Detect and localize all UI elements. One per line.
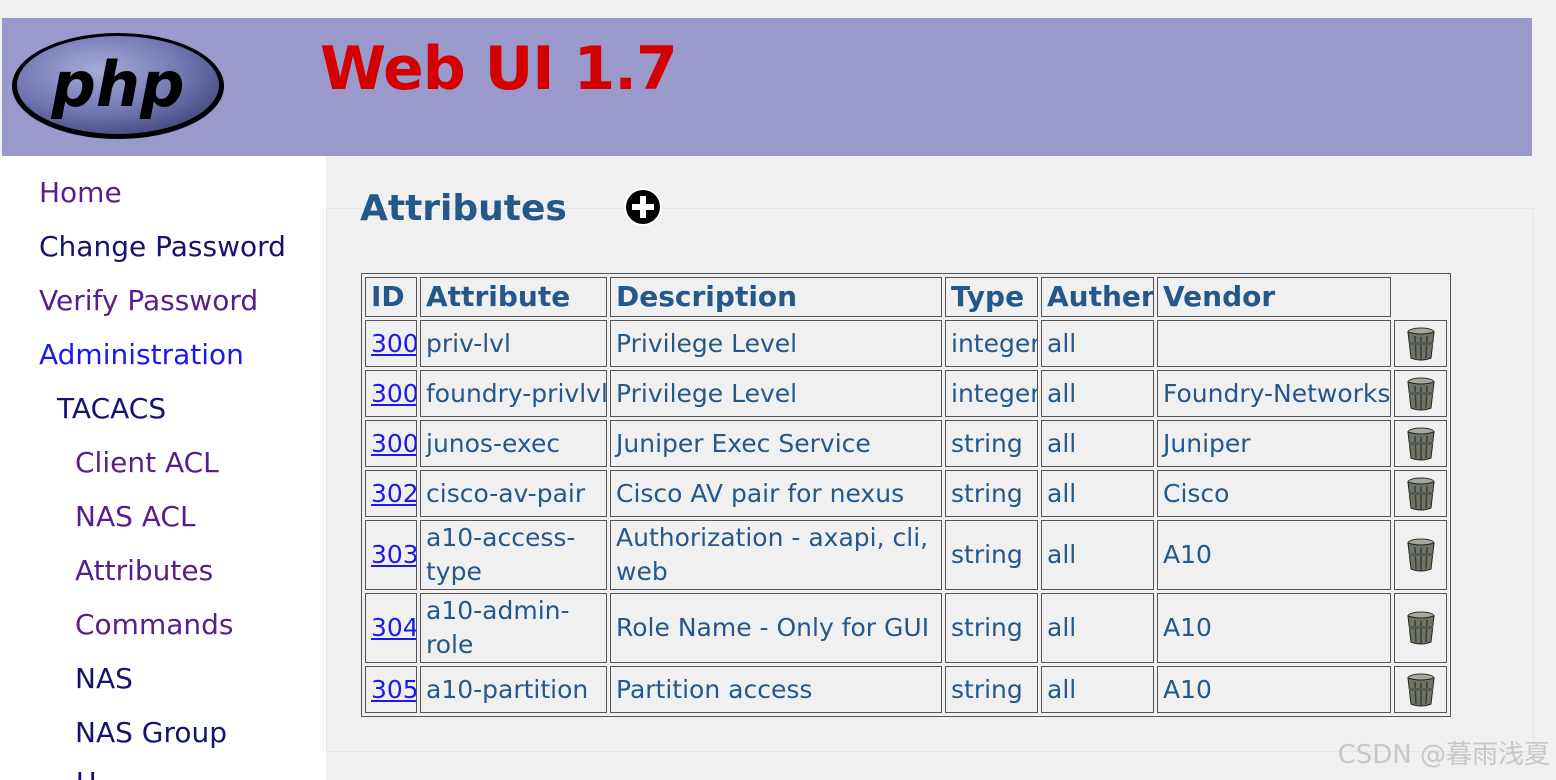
- section-title: Attributes: [360, 188, 567, 229]
- table-cell-description: Juniper Exec Service: [610, 420, 942, 467]
- delete-button[interactable]: [1394, 320, 1447, 367]
- attribute-id-link[interactable]: 300: [371, 327, 416, 361]
- trash-can-icon: [1406, 477, 1435, 510]
- table-cell-authen: all: [1041, 470, 1154, 517]
- table-cell-attribute: cisco-av-pair: [420, 470, 607, 517]
- watermark: CSDN @暮雨浅夏: [1337, 740, 1550, 770]
- attribute-id-link[interactable]: 303: [371, 538, 416, 572]
- nav-nas-acl-link[interactable]: NAS ACL: [75, 500, 196, 533]
- attribute-id-link[interactable]: 302: [371, 477, 416, 511]
- delete-button[interactable]: [1394, 370, 1447, 417]
- attribute-id-link[interactable]: 304: [371, 611, 416, 645]
- table-row-id: 300: [365, 420, 417, 467]
- trash-can-icon: [1406, 377, 1435, 410]
- trash-can-icon: [1406, 327, 1435, 360]
- table-row-id: 300: [365, 370, 417, 417]
- table-cell-description: Privilege Level: [610, 370, 942, 417]
- delete-button[interactable]: [1394, 470, 1447, 517]
- app-title: Web UI 1.7: [320, 34, 678, 104]
- table-row-id: 304: [365, 593, 417, 663]
- trash-can-icon: [1406, 611, 1435, 645]
- table-cell-attribute: junos-exec: [420, 420, 607, 467]
- table-row-id: 303: [365, 520, 417, 590]
- nav-attributes-link[interactable]: Attributes: [75, 554, 213, 587]
- trash-can-icon: [1406, 673, 1435, 706]
- table-cell-vendor: A10: [1157, 593, 1391, 663]
- table-cell-type: string: [945, 520, 1038, 590]
- delete-button[interactable]: [1394, 593, 1447, 663]
- column-header-id: ID: [365, 277, 417, 317]
- column-header-attribute: Attribute: [420, 277, 607, 317]
- nav-verify-password-link[interactable]: Verify Password: [39, 284, 258, 317]
- table-cell-attribute: a10-admin-role: [420, 593, 607, 663]
- table-cell-type: string: [945, 420, 1038, 467]
- nav-administration-link[interactable]: Administration: [39, 338, 244, 371]
- app-header: php Web UI 1.7: [2, 18, 1532, 156]
- table-cell-type: string: [945, 666, 1038, 713]
- table-cell-authen: all: [1041, 420, 1154, 467]
- attribute-id-link[interactable]: 300: [371, 377, 416, 411]
- table-cell-authen: all: [1041, 370, 1154, 417]
- table-cell-type: integer: [945, 320, 1038, 367]
- nav-nas-group-link[interactable]: NAS Group: [75, 716, 227, 749]
- table-cell-type: integer: [945, 370, 1038, 417]
- column-header-type: Type: [945, 277, 1038, 317]
- attribute-id-link[interactable]: 300: [371, 427, 416, 461]
- nav-change-password-link[interactable]: Change Password: [39, 230, 286, 263]
- delete-button[interactable]: [1394, 666, 1447, 713]
- nav-tacacs-link[interactable]: TACACS: [57, 392, 166, 425]
- plus-circle-icon[interactable]: [623, 187, 663, 227]
- delete-button[interactable]: [1394, 520, 1447, 590]
- table-cell-description: Role Name - Only for GUI: [610, 593, 942, 663]
- table-cell-vendor: Foundry-Networks: [1157, 370, 1391, 417]
- table-cell-description: Authorization - axapi, cli, web: [610, 520, 942, 590]
- attribute-id-link[interactable]: 305: [371, 673, 416, 707]
- table-cell-vendor: [1157, 320, 1391, 367]
- table-cell-vendor: Juniper: [1157, 420, 1391, 467]
- table-cell-description: Cisco AV pair for nexus: [610, 470, 942, 517]
- table-row-id: 305: [365, 666, 417, 713]
- table-cell-attribute: foundry-privlvl: [420, 370, 607, 417]
- column-header-authen: Authen: [1041, 277, 1154, 317]
- delete-button[interactable]: [1394, 420, 1447, 467]
- trash-can-icon: [1406, 538, 1435, 572]
- table-cell-authen: all: [1041, 666, 1154, 713]
- php-logo: php: [12, 33, 224, 139]
- table-row-id: 300: [365, 320, 417, 367]
- table-row-id: 302: [365, 470, 417, 517]
- table-cell-type: string: [945, 470, 1038, 517]
- table-cell-description: Privilege Level: [610, 320, 942, 367]
- nav-next-item-partial[interactable]: U: [76, 766, 116, 780]
- table-cell-attribute: a10-access-type: [420, 520, 607, 590]
- table-cell-attribute: priv-lvl: [420, 320, 607, 367]
- table-cell-type: string: [945, 593, 1038, 663]
- table-cell-description: Partition access: [610, 666, 942, 713]
- nav-client-acl-link[interactable]: Client ACL: [75, 446, 219, 479]
- table-cell-authen: all: [1041, 593, 1154, 663]
- nav-nas-link[interactable]: NAS: [75, 662, 133, 695]
- table-cell-vendor: A10: [1157, 520, 1391, 590]
- svg-text:php: php: [51, 48, 185, 121]
- nav-home-link[interactable]: Home: [39, 176, 122, 209]
- column-header-description: Description: [610, 277, 942, 317]
- column-header-vendor: Vendor: [1157, 277, 1391, 317]
- nav-commands-link[interactable]: Commands: [75, 608, 234, 641]
- trash-can-icon: [1406, 427, 1435, 460]
- table-cell-authen: all: [1041, 520, 1154, 590]
- table-cell-vendor: A10: [1157, 666, 1391, 713]
- table-cell-vendor: Cisco: [1157, 470, 1391, 517]
- table-cell-attribute: a10-partition: [420, 666, 607, 713]
- table-cell-authen: all: [1041, 320, 1154, 367]
